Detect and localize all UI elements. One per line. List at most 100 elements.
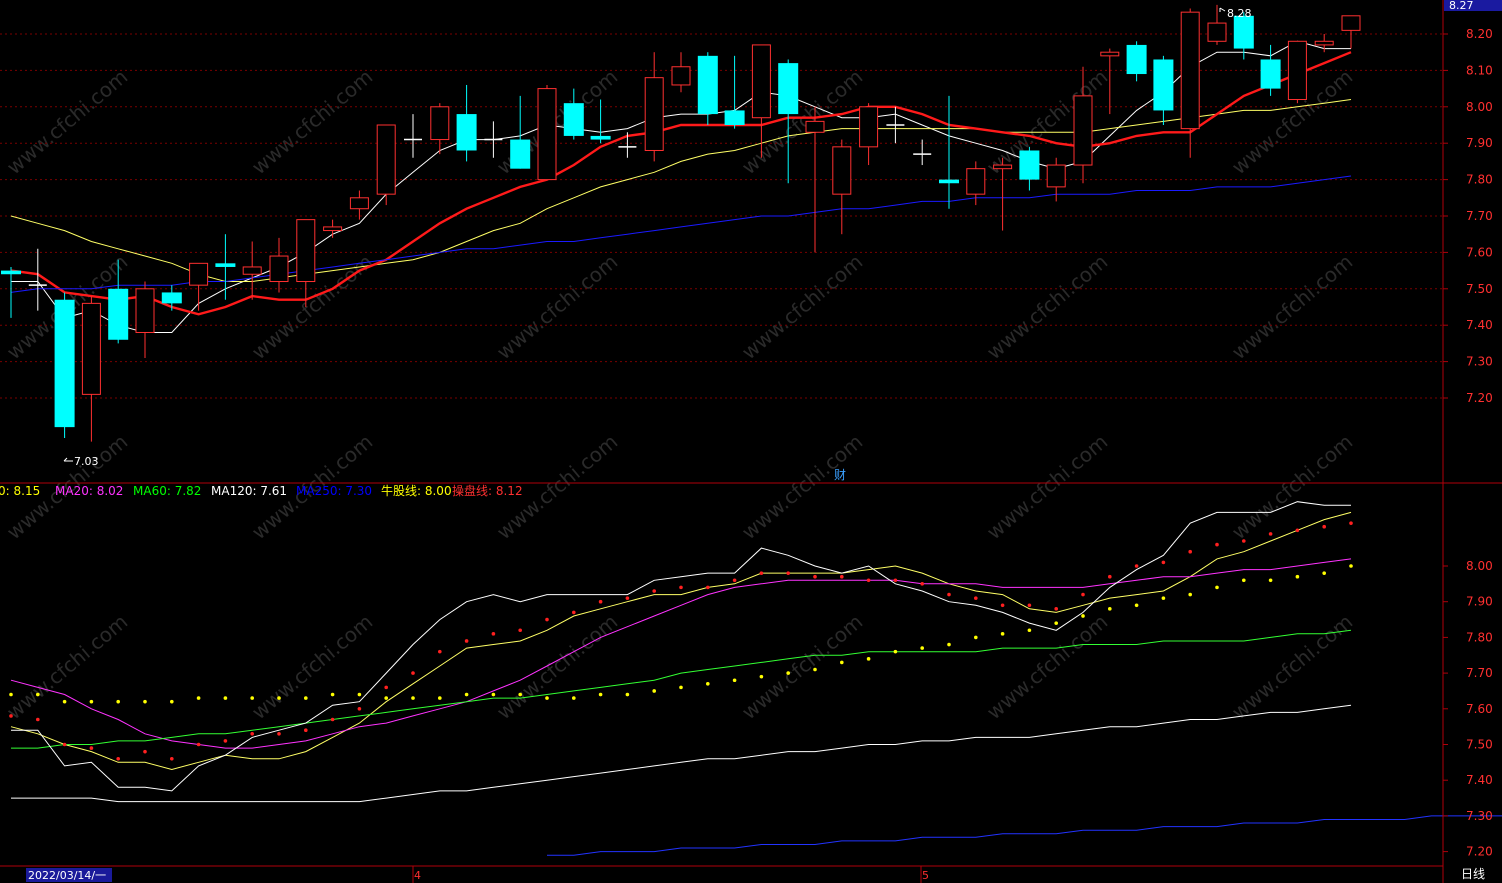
candle-body	[189, 262, 209, 286]
indicator-tick-label: 7.40	[1466, 773, 1493, 787]
indicator-dot	[223, 739, 228, 743]
indicator-dot	[9, 714, 13, 718]
candlestick	[215, 234, 236, 300]
indicator-dot	[652, 589, 656, 593]
candlestick	[484, 121, 503, 158]
candle-body	[108, 288, 129, 340]
indicator-dot	[196, 696, 201, 700]
chart-canvas[interactable]: www.cfchi.com www.cfchi.com www.cfchi.com w…	[0, 0, 1502, 883]
candle-body	[832, 146, 852, 195]
indicator-dot	[866, 657, 871, 661]
indicator-dot	[1188, 549, 1192, 554]
candlestick	[161, 285, 182, 311]
indicator-dot	[1295, 528, 1300, 533]
indicator-dot	[464, 639, 469, 643]
candlestick	[537, 84, 557, 181]
candle-body	[724, 110, 745, 125]
indicator-dot	[572, 696, 576, 700]
watermark-text: www.cfchi.com	[737, 429, 867, 544]
legend-item: 牛股线: 8.00	[381, 483, 452, 498]
candle-body	[563, 103, 584, 136]
candlestick	[242, 241, 262, 300]
indicator-dot	[947, 592, 951, 597]
candlestick	[349, 190, 369, 220]
candle-body	[966, 168, 986, 195]
candle-body	[1019, 150, 1040, 180]
indicator-dot	[62, 699, 67, 704]
indicator-tick-label: 8.00	[1466, 559, 1493, 573]
watermark-text: www.cfchi.com	[2, 609, 132, 724]
watermark-text: www.cfchi.com	[492, 609, 622, 724]
indicator-dot	[330, 692, 335, 697]
month-label-4: 4	[414, 869, 421, 882]
indicator-line	[11, 501, 1351, 792]
candle-body	[537, 88, 557, 181]
indicator-dot	[679, 685, 683, 690]
indicator-dot	[491, 632, 496, 636]
candle-body	[859, 106, 879, 148]
price-tick-label: 7.70	[1466, 209, 1493, 223]
indicator-dot	[625, 692, 630, 697]
indicator-dot	[143, 749, 147, 754]
candle-body	[993, 164, 1013, 170]
moving-average-line	[10, 175, 1352, 293]
indicator-dot	[89, 746, 94, 750]
candlestick	[81, 296, 101, 442]
indicator-dot	[1349, 521, 1353, 525]
candle-body	[939, 179, 959, 184]
indicator-dot	[330, 717, 335, 722]
indicator-dot	[1349, 564, 1353, 568]
candle-body	[54, 299, 75, 428]
candlestick	[1207, 4, 1227, 45]
indicator-dot	[920, 582, 924, 586]
indicator-dot	[357, 707, 362, 711]
candlestick	[939, 95, 959, 209]
legend-item: MA120: 7.61	[211, 484, 287, 498]
indicator-dot	[518, 628, 522, 633]
candlestick	[1, 266, 21, 318]
max-arrow-icon	[1219, 7, 1226, 12]
candle-body	[1341, 15, 1361, 31]
candlestick	[724, 55, 745, 129]
indicator-dot	[89, 699, 94, 704]
indicator-dot	[116, 699, 120, 704]
indicator-dot	[250, 696, 254, 700]
indicator-dot	[786, 671, 790, 675]
indicator-dot	[170, 699, 174, 704]
candle-body	[430, 106, 450, 141]
indicator-tick-label: 7.70	[1466, 666, 1493, 680]
candle-body	[671, 66, 691, 86]
candle-body	[510, 139, 531, 169]
candlestick	[269, 237, 289, 293]
indicator-tick-label: 7.90	[1466, 595, 1493, 609]
current-price-label: 8.27	[1449, 0, 1474, 12]
finance-marker[interactable]: 财	[834, 468, 846, 482]
indicator-dot	[545, 617, 549, 622]
candle-body	[376, 124, 396, 195]
candlestick	[376, 124, 396, 206]
candle-body	[1207, 22, 1227, 42]
watermark-text: www.cfchi.com	[247, 609, 377, 724]
candle-body	[242, 266, 262, 275]
candlestick	[1341, 15, 1361, 49]
indicator-dot	[920, 646, 924, 650]
legend-item: MA20: 8.02	[55, 484, 123, 498]
indicator-dot	[1081, 614, 1085, 618]
candlestick	[832, 139, 852, 235]
indicator-tick-label: 7.80	[1466, 630, 1493, 644]
indicator-dot	[732, 678, 737, 683]
indicator-dot	[1108, 574, 1112, 579]
indicator-dot	[1108, 607, 1112, 611]
indicator-dot	[1054, 607, 1058, 611]
price-tick-label: 7.60	[1466, 245, 1493, 259]
candlestick	[993, 157, 1013, 231]
candle-body	[135, 288, 155, 333]
candle-body	[1314, 40, 1334, 46]
period-tab[interactable]: 日线	[1461, 867, 1485, 881]
indicator-dot	[116, 756, 120, 761]
candlestick	[859, 103, 879, 166]
indicator-dot	[1215, 542, 1219, 547]
indicator-tick-label: 7.50	[1466, 738, 1493, 752]
candle-body	[269, 255, 289, 283]
legend-item: MA250: 7.30	[296, 484, 372, 498]
